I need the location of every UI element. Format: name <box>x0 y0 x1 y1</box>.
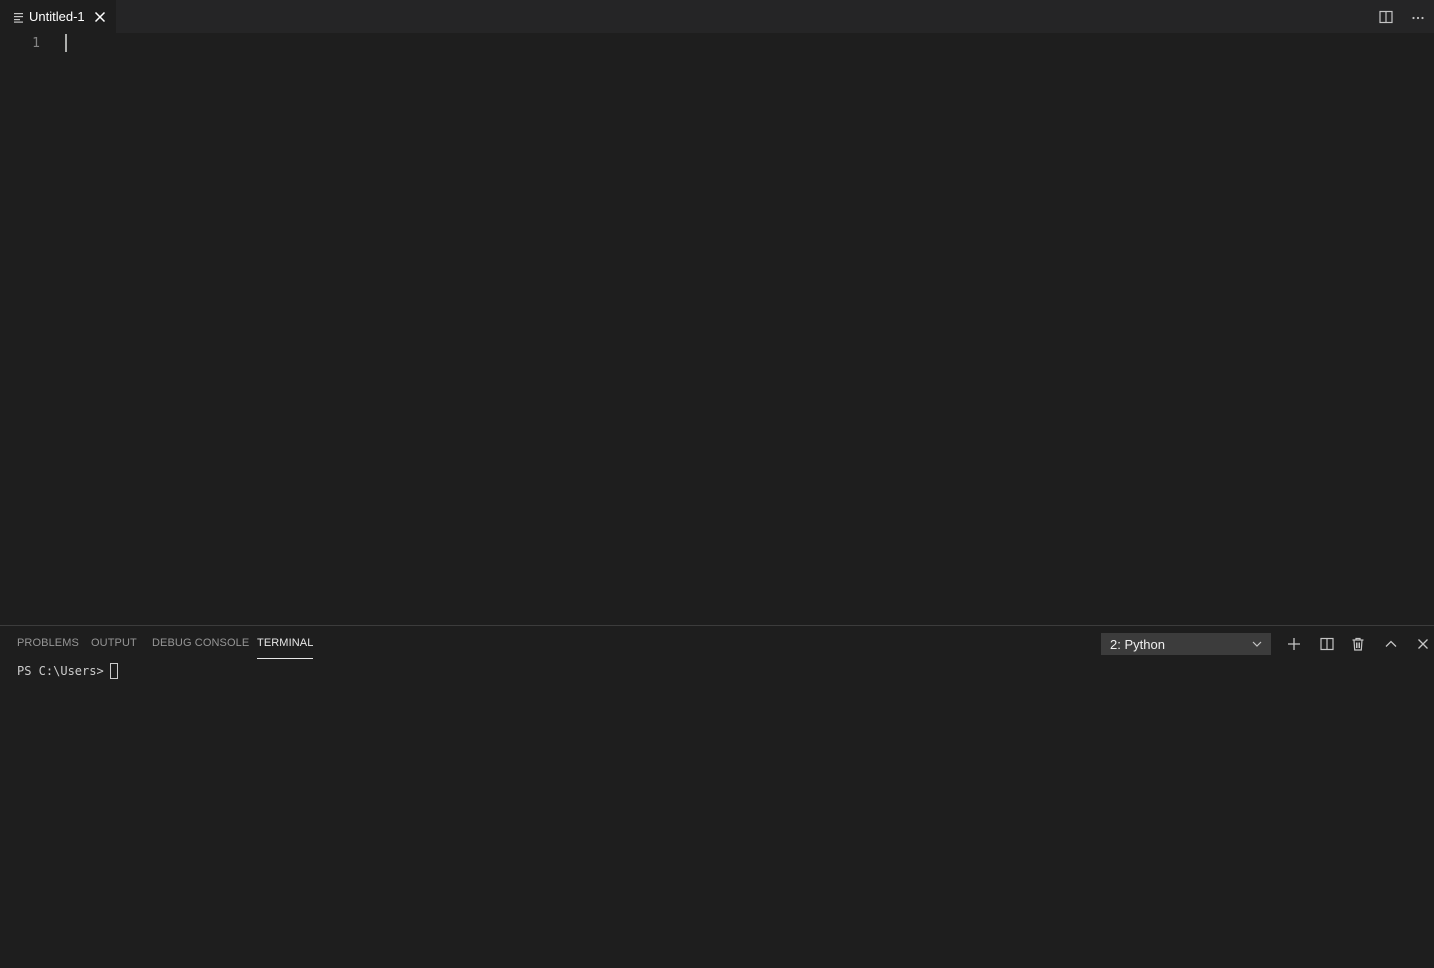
plus-icon <box>1286 636 1302 652</box>
tab-label: Untitled-1 <box>29 9 85 24</box>
panel-tab-bar: PROBLEMS OUTPUT DEBUG CONSOLE TERMINAL <box>0 626 700 661</box>
split-terminal-button[interactable] <box>1316 633 1338 655</box>
kill-terminal-button[interactable] <box>1347 633 1369 655</box>
trash-icon <box>1350 636 1366 652</box>
close-icon <box>1415 636 1431 652</box>
chevron-down-icon <box>1251 638 1263 650</box>
tab-problems[interactable]: PROBLEMS <box>17 626 79 660</box>
terminal-prompt-line: PS C:\Users> <box>17 662 1414 680</box>
split-editor-button[interactable] <box>1370 0 1402 33</box>
line-number: 1 <box>32 36 40 51</box>
bottom-panel: PROBLEMS OUTPUT DEBUG CONSOLE TERMINAL 2… <box>0 625 1434 968</box>
tab-output[interactable]: OUTPUT <box>91 626 137 660</box>
maximize-panel-button[interactable] <box>1380 633 1402 655</box>
close-panel-button[interactable] <box>1412 633 1434 655</box>
file-lines-icon <box>13 11 25 23</box>
editor-actions <box>1370 0 1434 33</box>
chevron-up-icon <box>1383 636 1399 652</box>
text-cursor <box>65 34 67 52</box>
terminal-select-value: 2: Python <box>1110 636 1165 652</box>
editor-tab-bar: Untitled-1 <box>0 0 1434 33</box>
tab-untitled-1[interactable]: Untitled-1 <box>0 0 116 33</box>
more-actions-button[interactable] <box>1402 0 1434 33</box>
terminal-select[interactable]: 2: Python <box>1101 633 1271 655</box>
tab-terminal[interactable]: TERMINAL <box>257 626 314 660</box>
editor-area[interactable]: 1 <box>0 33 1434 625</box>
tab-debug-console[interactable]: DEBUG CONSOLE <box>152 626 249 660</box>
split-editor-icon <box>1379 10 1393 24</box>
ellipsis-icon <box>1411 10 1425 24</box>
terminal-output[interactable]: PS C:\Users> <box>17 662 1414 968</box>
new-terminal-button[interactable] <box>1283 633 1305 655</box>
split-icon <box>1319 636 1335 652</box>
close-icon[interactable] <box>93 10 107 24</box>
terminal-prompt: PS C:\Users> <box>17 664 104 678</box>
terminal-cursor <box>109 663 118 679</box>
